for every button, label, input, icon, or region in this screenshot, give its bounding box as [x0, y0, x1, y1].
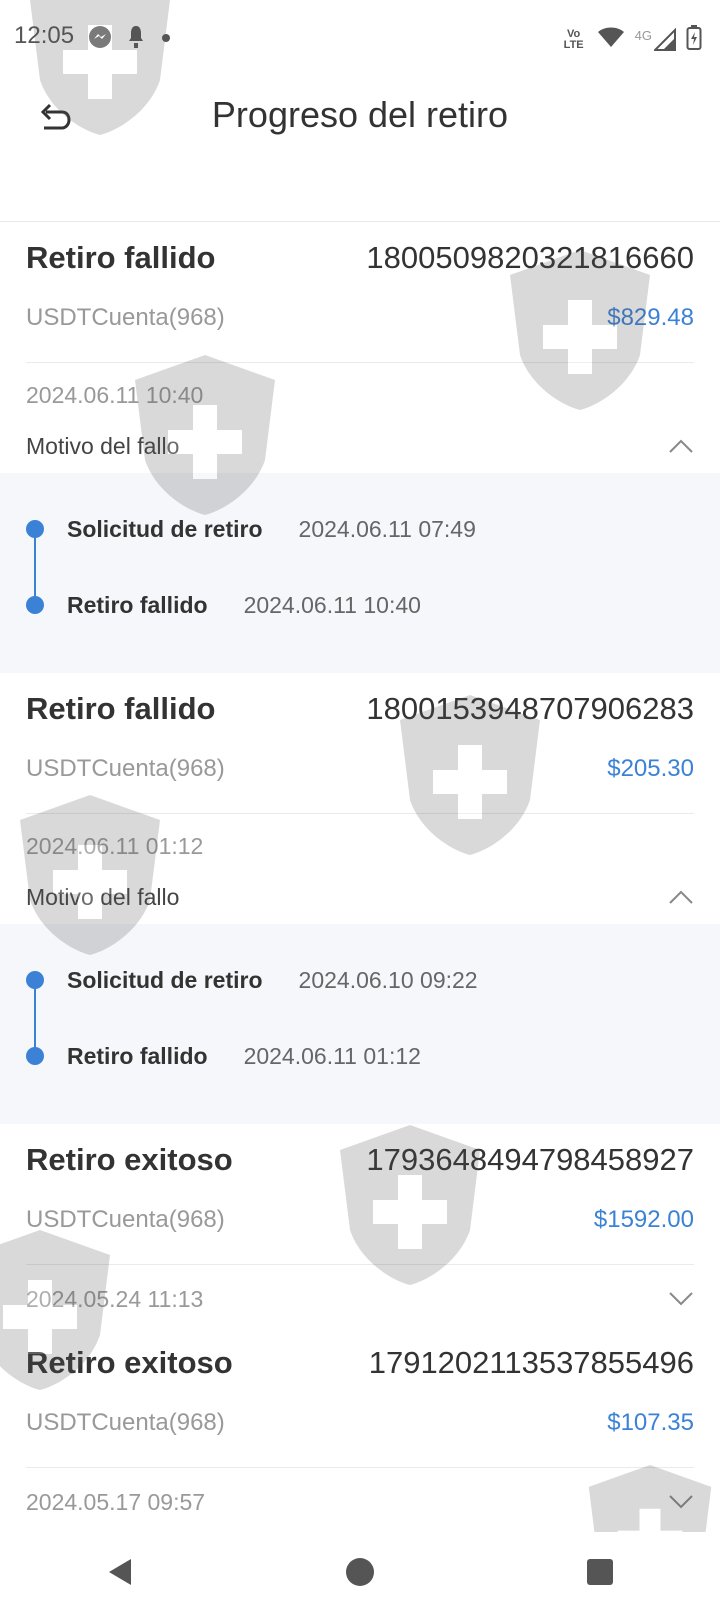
nav-recents-button[interactable]	[570, 1542, 630, 1602]
withdrawal-record[interactable]: Retiro fallido 1800153948707906283 USDTC…	[0, 673, 720, 1124]
record-status: Retiro fallido	[26, 691, 216, 726]
record-status: Retiro exitoso	[26, 1142, 233, 1177]
system-nav-bar	[0, 1532, 720, 1612]
timeline: Solicitud de retiro 2024.06.11 07:49 Ret…	[0, 473, 720, 673]
timeline-step-label: Solicitud de retiro	[67, 515, 263, 542]
nav-back-button[interactable]	[90, 1542, 150, 1602]
battery-icon	[686, 24, 702, 55]
timeline-step-label: Solicitud de retiro	[67, 966, 263, 993]
withdrawal-record[interactable]: Retiro exitoso 1793648494798458927 USDTC…	[0, 1124, 720, 1323]
timeline-step-date: 2024.06.11 07:49	[298, 515, 476, 542]
notification-icon	[126, 24, 146, 55]
record-id: 1793648494798458927	[366, 1142, 694, 1177]
record-account: USDTCuenta(968)	[26, 304, 225, 331]
timeline-step: Retiro fallido 2024.06.11 01:12	[0, 1018, 720, 1094]
timeline-dot	[26, 596, 44, 614]
timeline-dot	[26, 971, 44, 989]
timeline-dot	[26, 520, 44, 538]
record-amount: $205.30	[607, 755, 694, 782]
record-date: 2024.05.24 11:13	[26, 1285, 204, 1312]
status-time: 12:05	[14, 22, 75, 49]
withdrawal-list[interactable]: Retiro fallido 1800509820321816660 USDTC…	[0, 222, 720, 1532]
timeline-step-label: Retiro fallido	[67, 591, 208, 618]
timeline-step: Retiro fallido 2024.06.11 10:40	[0, 567, 720, 643]
dot-icon	[160, 31, 172, 49]
timeline-step: Solicitud de retiro 2024.06.10 09:22	[0, 942, 720, 1018]
divider	[26, 362, 694, 363]
record-account: USDTCuenta(968)	[26, 755, 225, 782]
messenger-icon	[88, 25, 112, 54]
record-account: USDTCuenta(968)	[26, 1409, 225, 1436]
expand-toggle[interactable]: 2024.05.24 11:13	[0, 1275, 720, 1323]
withdrawal-record[interactable]: Retiro exitoso 1791202113537855496 USDTC…	[0, 1327, 720, 1526]
record-amount: $829.48	[607, 304, 694, 331]
record-date: 2024.06.11 01:12	[26, 832, 204, 859]
divider	[26, 813, 694, 814]
expand-toggle[interactable]: 2024.05.17 09:57	[0, 1478, 720, 1526]
status-left-icons	[88, 24, 172, 55]
divider	[26, 1264, 694, 1265]
failure-reason-label: Motivo del fallo	[26, 883, 180, 910]
timeline-step-date: 2024.06.10 09:22	[298, 966, 478, 993]
timeline-step-label: Retiro fallido	[67, 1042, 208, 1069]
timeline-step: Solicitud de retiro 2024.06.11 07:49	[0, 491, 720, 567]
header: Progreso del retiro	[0, 76, 720, 222]
chevron-down-icon[interactable]	[668, 1291, 694, 1307]
nav-home-icon	[346, 1558, 374, 1586]
record-amount: $107.35	[607, 1409, 694, 1436]
record-id: 1800153948707906283	[366, 691, 694, 726]
volte-icon: Vo LTE	[563, 27, 584, 51]
failure-reason-toggle[interactable]: Motivo del fallo	[0, 870, 720, 924]
failure-reason-toggle[interactable]: Motivo del fallo	[0, 419, 720, 473]
timeline-dot	[26, 1047, 44, 1065]
record-status: Retiro exitoso	[26, 1345, 233, 1380]
network-label: 4G	[634, 27, 652, 43]
nav-recents-icon	[587, 1559, 613, 1585]
nav-home-button[interactable]	[330, 1542, 390, 1602]
timeline-step-date: 2024.06.11 10:40	[243, 591, 421, 618]
chevron-down-icon[interactable]	[668, 1494, 694, 1510]
status-bar: 12:05 Vo LTE 4G	[0, 0, 720, 76]
wifi-icon	[597, 25, 625, 54]
record-id: 1800509820321816660	[366, 240, 694, 275]
divider	[26, 1467, 694, 1468]
page-title: Progreso del retiro	[211, 94, 509, 135]
timeline: Solicitud de retiro 2024.06.10 09:22 Ret…	[0, 924, 720, 1124]
record-date: 2024.06.11 10:40	[26, 381, 204, 408]
failure-reason-label: Motivo del fallo	[26, 432, 180, 459]
nav-back-icon	[109, 1559, 131, 1585]
record-amount: $1592.00	[593, 1206, 694, 1233]
record-id: 1791202113537855496	[368, 1345, 694, 1380]
withdrawal-record[interactable]: Retiro fallido 1800509820321816660 USDTC…	[0, 222, 720, 673]
signal-4g-icon: 4G	[634, 27, 676, 52]
chevron-up-icon[interactable]	[668, 889, 694, 905]
record-status: Retiro fallido	[26, 240, 216, 275]
status-right-icons: Vo LTE 4G	[561, 24, 702, 55]
record-account: USDTCuenta(968)	[26, 1206, 225, 1233]
timeline-step-date: 2024.06.11 01:12	[243, 1042, 421, 1069]
chevron-up-icon[interactable]	[668, 438, 694, 454]
record-date: 2024.05.17 09:57	[26, 1488, 206, 1515]
